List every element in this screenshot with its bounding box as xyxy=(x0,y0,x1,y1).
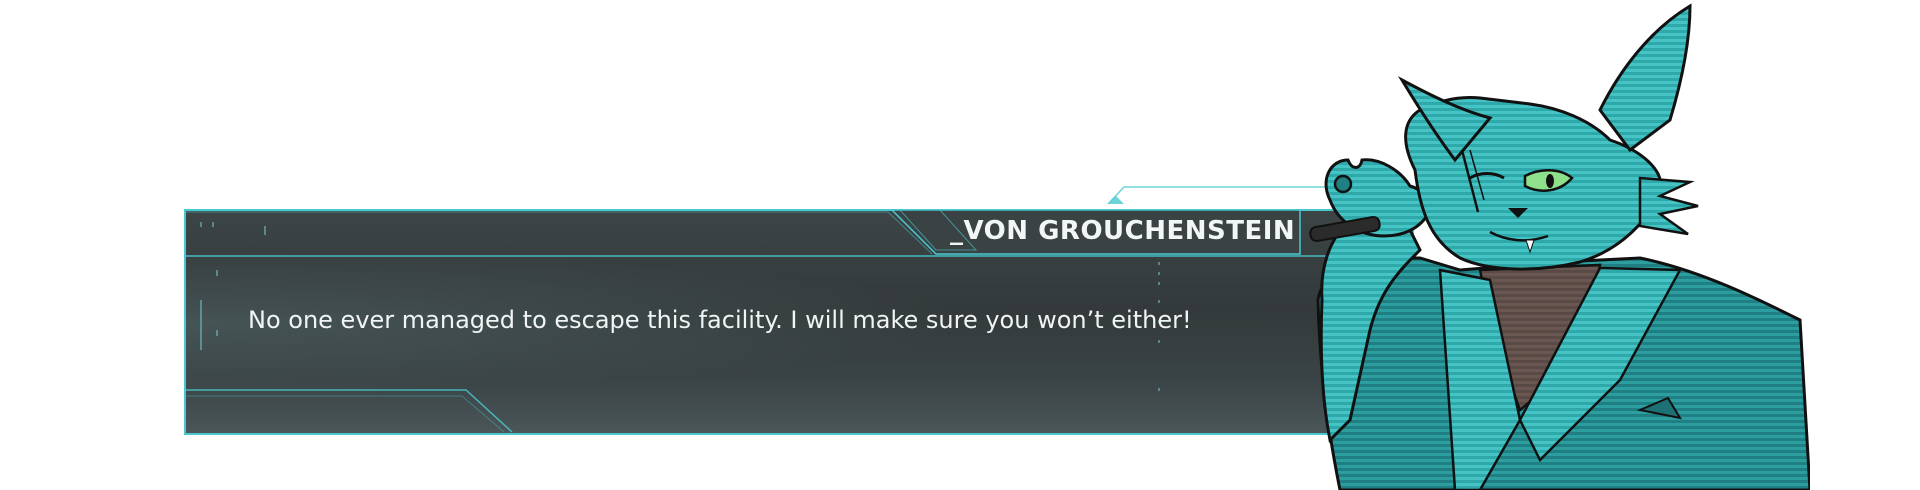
grumpy-cat-character-portrait-icon xyxy=(1309,3,1810,490)
visual-novel-scene: _VON GROUCHENSTEIN No one ever managed t… xyxy=(0,0,1920,490)
speaker-name: _VON GROUCHENSTEIN xyxy=(950,216,1296,246)
dialogue-text: No one ever managed to escape this facil… xyxy=(248,306,1192,334)
